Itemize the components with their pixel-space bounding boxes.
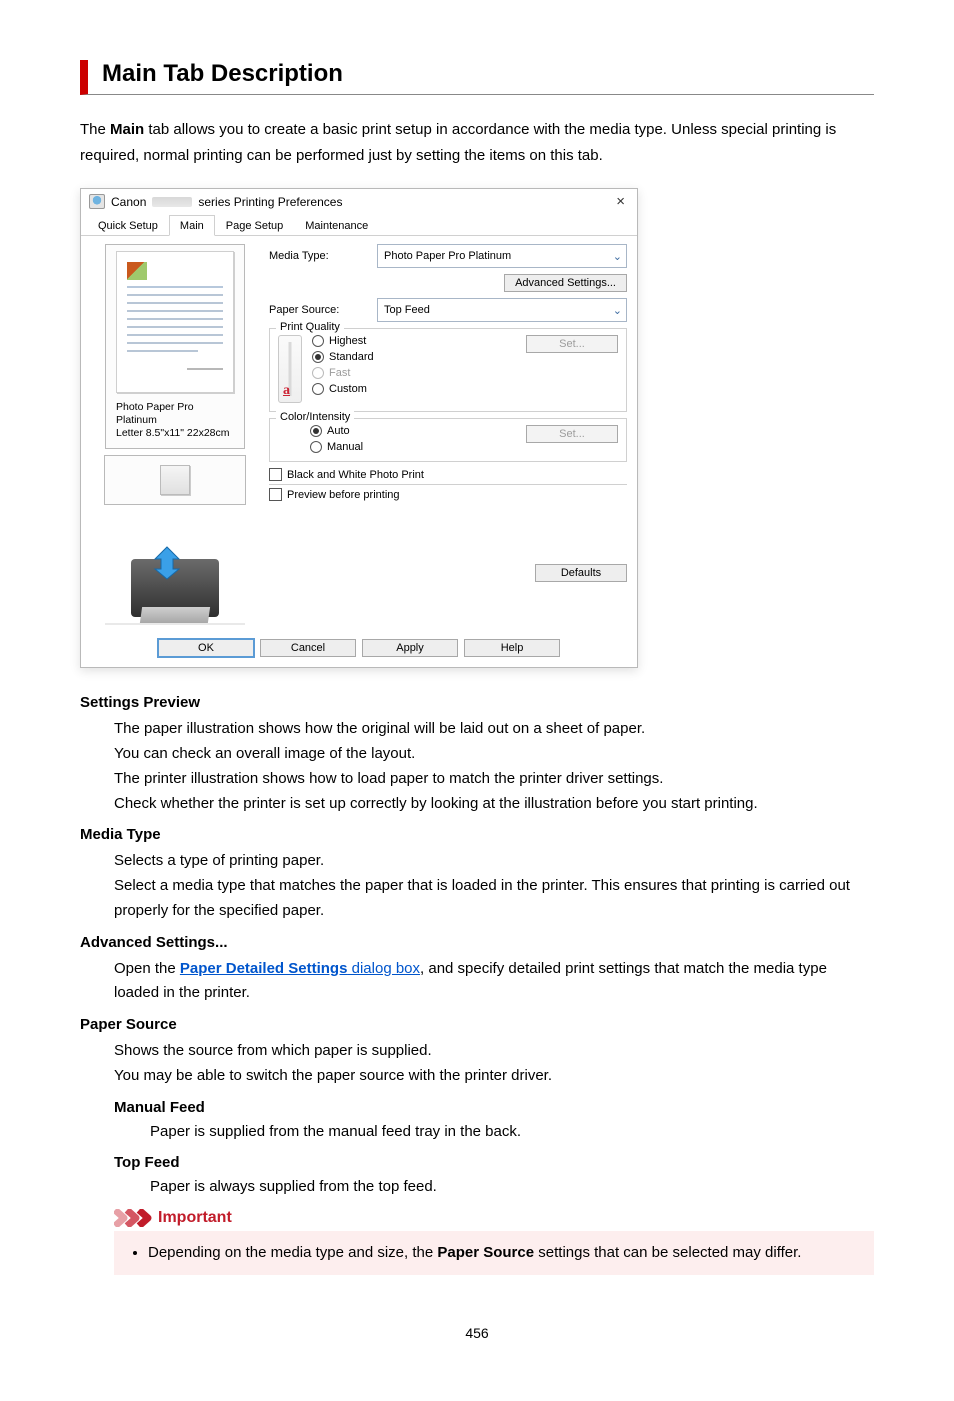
- manual-feed-title: Manual Feed: [114, 1099, 874, 1116]
- intro-text: The Main tab allows you to create a basi…: [80, 117, 874, 168]
- cancel-button[interactable]: Cancel: [260, 639, 356, 657]
- settings-preview-printer: [105, 515, 245, 625]
- tab-maintenance[interactable]: Maintenance: [294, 215, 379, 236]
- advanced-settings-button[interactable]: Advanced Settings...: [504, 274, 627, 292]
- color-manual-radio[interactable]: Manual: [310, 441, 363, 453]
- advanced-settings-body: Open the Paper Detailed Settings dialog …: [114, 957, 874, 1007]
- quality-fast-radio[interactable]: Fast: [312, 367, 374, 379]
- advanced-settings-title: Advanced Settings...: [80, 934, 874, 951]
- paper-detailed-settings-link[interactable]: Paper Detailed Settings dialog box: [180, 960, 420, 977]
- media-type-value: Photo Paper Pro Platinum: [384, 250, 511, 262]
- top-feed-title: Top Feed: [114, 1154, 874, 1171]
- important-chevrons-icon: [114, 1209, 158, 1227]
- quality-highest-radio[interactable]: Highest: [312, 335, 374, 347]
- printing-preferences-dialog: Canon series Printing Preferences × Quic…: [80, 188, 638, 668]
- paper-source-body: Shows the source from which paper is sup…: [114, 1039, 874, 1089]
- dialog-titlebar: Canon series Printing Preferences ×: [81, 189, 637, 214]
- print-quality-legend: Print Quality: [276, 321, 344, 333]
- quality-slider-letter-icon: a: [283, 383, 290, 399]
- paper-source-value: Top Feed: [384, 304, 430, 316]
- color-intensity-legend: Color/Intensity: [276, 411, 354, 423]
- tab-quick-setup[interactable]: Quick Setup: [87, 215, 169, 236]
- paper-caption-line1: Photo Paper Pro Platinum: [116, 401, 234, 427]
- quality-set-button[interactable]: Set...: [526, 335, 618, 353]
- paper-caption-line2: Letter 8.5"x11" 22x28cm: [116, 427, 234, 440]
- printer-app-icon: [89, 194, 105, 209]
- media-type-label: Media Type:: [269, 250, 369, 262]
- dialog-title-model-blur: [152, 197, 192, 207]
- load-direction-arrow-icon: [149, 545, 185, 581]
- paper-source-select[interactable]: Top Feed ⌄: [377, 298, 627, 322]
- tab-strip: Quick Setup Main Page Setup Maintenance: [81, 214, 637, 236]
- dialog-title-prefix: Canon: [111, 195, 146, 209]
- settings-preview-body: The paper illustration shows how the ori…: [114, 717, 874, 816]
- print-quality-group: Print Quality a Highest Standard Fast Cu…: [269, 328, 627, 412]
- color-intensity-group: Color/Intensity Auto Manual Set...: [269, 418, 627, 462]
- apply-button[interactable]: Apply: [362, 639, 458, 657]
- color-intensity-preview: [104, 455, 246, 505]
- quality-slider[interactable]: a: [278, 335, 302, 403]
- chevron-down-icon: ⌄: [613, 304, 622, 317]
- color-auto-radio[interactable]: Auto: [310, 425, 363, 437]
- paper-source-title: Paper Source: [80, 1016, 874, 1033]
- important-body: Depending on the media type and size, th…: [114, 1231, 874, 1275]
- media-type-title: Media Type: [80, 826, 874, 843]
- quality-standard-radio[interactable]: Standard: [312, 351, 374, 363]
- important-header: Important: [114, 1209, 874, 1227]
- close-icon[interactable]: ×: [612, 193, 629, 210]
- ok-button[interactable]: OK: [158, 639, 254, 657]
- quality-custom-radio[interactable]: Custom: [312, 383, 374, 395]
- top-feed-body: Paper is always supplied from the top fe…: [150, 1175, 874, 1199]
- preview-before-printing-checkbox[interactable]: Preview before printing: [269, 488, 627, 501]
- media-type-body: Selects a type of printing paper. Select…: [114, 849, 874, 923]
- page-number: 456: [80, 1325, 874, 1341]
- defaults-button[interactable]: Defaults: [535, 564, 627, 582]
- bw-photo-print-checkbox[interactable]: Black and White Photo Print: [269, 468, 627, 481]
- dialog-title-suffix: series Printing Preferences: [198, 195, 342, 209]
- chevron-down-icon: ⌄: [613, 250, 622, 263]
- page-title: Main Tab Description: [102, 60, 874, 88]
- color-set-button[interactable]: Set...: [526, 425, 618, 443]
- settings-preview-title: Settings Preview: [80, 694, 874, 711]
- media-type-select[interactable]: Photo Paper Pro Platinum ⌄: [377, 244, 627, 268]
- settings-preview-paper: Photo Paper Pro Platinum Letter 8.5"x11"…: [105, 244, 245, 449]
- paper-source-label: Paper Source:: [269, 304, 369, 316]
- tab-main[interactable]: Main: [169, 215, 215, 236]
- help-button[interactable]: Help: [464, 639, 560, 657]
- manual-feed-body: Paper is supplied from the manual feed t…: [150, 1120, 874, 1144]
- tab-page-setup[interactable]: Page Setup: [215, 215, 295, 236]
